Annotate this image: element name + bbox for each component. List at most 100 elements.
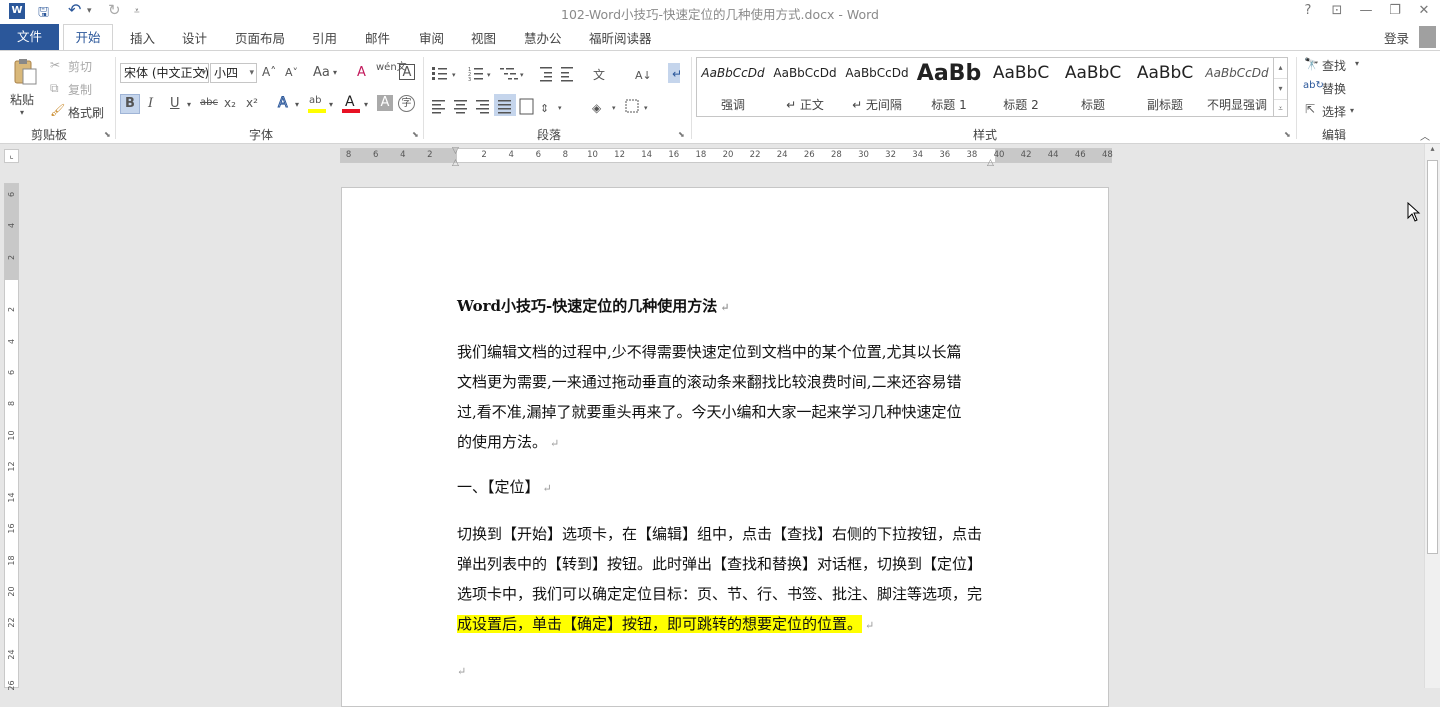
right-indent-marker[interactable]: △: [987, 158, 994, 168]
subscript-button[interactable]: x₂: [224, 96, 236, 110]
document-title-text: Word小技巧-快速定位的几种使用方法: [457, 297, 718, 315]
tab-selector-icon[interactable]: ⌞: [4, 149, 19, 163]
paste-icon[interactable]: [10, 57, 40, 87]
underline-button[interactable]: U: [170, 96, 180, 111]
text-effects-icon[interactable]: A: [278, 95, 289, 112]
style-normal[interactable]: AaBbCcDd ↵ 正文: [769, 58, 841, 116]
empty-paragraph[interactable]: ↵: [457, 655, 997, 687]
italic-button[interactable]: I: [148, 96, 153, 111]
paste-button[interactable]: 粘贴: [10, 91, 34, 108]
tab-foxit-reader[interactable]: 福昕阅读器: [589, 28, 652, 47]
more-styles-icon[interactable]: ⩡: [1274, 100, 1287, 118]
collapse-ribbon-icon[interactable]: ︿: [1420, 128, 1430, 143]
format-painter-button[interactable]: 格式刷: [68, 104, 104, 121]
redo-icon[interactable]: ↻: [108, 1, 121, 19]
text-line: 成设置后，单击【确定】按钮，即可跳转的想要定位的位置。 ↵: [457, 609, 997, 641]
tab-file[interactable]: 文件: [0, 24, 59, 50]
section-heading[interactable]: 一、【定位】 ↵: [457, 472, 997, 504]
document-page[interactable]: Word小技巧-快速定位的几种使用方法 ↵ 我们编辑文档的过程中,少不得需要快速定…: [341, 187, 1109, 707]
styles-group-label: 样式: [973, 128, 998, 142]
vertical-scrollbar[interactable]: ▴: [1424, 144, 1440, 688]
first-line-indent-marker[interactable]: ▽: [452, 146, 459, 156]
find-button[interactable]: 查找: [1322, 57, 1346, 74]
style-subtitle[interactable]: AaBbC 副标题: [1129, 58, 1201, 116]
bold-button[interactable]: B: [120, 94, 140, 114]
scroll-up-arrow-icon[interactable]: ▴: [1425, 144, 1440, 158]
tab-home[interactable]: 开始: [63, 24, 113, 50]
underline-dropdown-icon[interactable]: ▾: [187, 100, 191, 109]
shrink-font-icon[interactable]: A˅: [285, 66, 298, 79]
ruler-number: 2: [7, 307, 16, 313]
vertical-ruler[interactable]: 6 4 2 2 4 6 8 10 12 14 16 18 20 22 24 26: [4, 183, 19, 690]
user-avatar[interactable]: [1419, 26, 1436, 48]
undo-dropdown-icon[interactable]: ▾: [87, 6, 92, 24]
minimize-button[interactable]: —: [1354, 3, 1378, 21]
font-name-combo[interactable]: 宋体 (中文正文) ▾: [120, 63, 209, 83]
tab-page-layout[interactable]: 页面布局: [235, 28, 285, 47]
clipboard-launcher-icon[interactable]: ⬊: [104, 130, 111, 139]
intro-paragraph[interactable]: 我们编辑文档的过程中,少不得需要快速定位到文档中的某个位置,尤其以长篇 文档更为…: [457, 337, 997, 459]
divider: [423, 57, 424, 139]
tab-references[interactable]: 引用: [312, 28, 337, 47]
font-color-button[interactable]: A: [342, 94, 360, 114]
character-shading-icon[interactable]: A: [377, 95, 393, 111]
highlight-dropdown-icon[interactable]: ▾: [329, 100, 333, 109]
close-button[interactable]: ✕: [1412, 3, 1436, 21]
tab-mailings[interactable]: 邮件: [365, 28, 390, 47]
change-case-dropdown-icon[interactable]: ▾: [333, 68, 337, 77]
character-border-icon[interactable]: A: [399, 64, 415, 80]
grow-font-icon[interactable]: A˄: [262, 65, 276, 79]
enclose-characters-icon[interactable]: 字: [398, 95, 415, 112]
tab-design[interactable]: 设计: [182, 28, 207, 47]
document-title[interactable]: Word小技巧-快速定位的几种使用方法 ↵: [457, 291, 997, 323]
paste-dropdown-icon[interactable]: ▾: [20, 108, 24, 117]
styles-launcher-icon[interactable]: ⬊: [1284, 130, 1291, 139]
scrollbar-thumb[interactable]: [1427, 160, 1438, 554]
copy-button[interactable]: 复制: [68, 81, 92, 98]
tab-review[interactable]: 审阅: [419, 28, 444, 47]
cut-button[interactable]: 剪切: [68, 58, 92, 75]
style-emphasis[interactable]: AaBbCcDd 强调: [697, 58, 769, 116]
customize-toolbar-icon[interactable]: ⩡: [134, 6, 140, 24]
restore-button[interactable]: ❐: [1383, 3, 1407, 21]
tab-insert[interactable]: 插入: [130, 28, 155, 47]
word-app-icon[interactable]: W: [9, 3, 25, 19]
help-button[interactable]: ?: [1296, 3, 1320, 21]
strikethrough-button[interactable]: abc: [200, 97, 218, 108]
clear-formatting-icon[interactable]: A: [357, 65, 366, 80]
ruler-number: 16: [7, 523, 16, 534]
replace-button[interactable]: 替换: [1322, 80, 1346, 97]
paragraph-mark: ↵: [720, 301, 730, 314]
paragraph-launcher-icon[interactable]: ⬊: [678, 130, 685, 139]
hanging-indent-marker[interactable]: △: [452, 158, 459, 168]
ribbon: 粘贴 ▾ ✂ 剪切 ⧉ 复制 🖌 格式刷 剪贴板 ⬊ 宋体 (中文正文) ▾ 小四…: [0, 50, 1440, 144]
tab-smart-office[interactable]: 慧办公: [524, 28, 562, 47]
text-effects-dropdown-icon[interactable]: ▾: [295, 100, 299, 109]
style-title[interactable]: AaBbC 标题: [1057, 58, 1129, 116]
login-link[interactable]: 登录: [1384, 28, 1409, 47]
save-icon[interactable]: 🖫: [38, 3, 49, 21]
tab-view[interactable]: 视图: [471, 28, 496, 47]
change-case-icon[interactable]: Aa: [313, 65, 330, 80]
font-size-combo[interactable]: 小四 ▾: [210, 63, 257, 83]
select-button[interactable]: 选择: [1322, 103, 1346, 120]
ribbon-display-options-button[interactable]: ⊡: [1325, 3, 1349, 21]
scroll-up-icon[interactable]: ▴: [1274, 58, 1287, 79]
ruler-number: 18: [695, 150, 707, 160]
scroll-down-icon[interactable]: ▾: [1274, 79, 1287, 100]
style-heading-1[interactable]: AaBb 标题 1: [913, 58, 985, 116]
body-paragraph[interactable]: 切换到【开始】选项卡，在【编辑】组中，点击【查找】右侧的下拉按钮，点击 弹出列表…: [457, 519, 997, 641]
undo-icon[interactable]: ↶: [68, 0, 81, 19]
style-heading-2[interactable]: AaBbC 标题 2: [985, 58, 1057, 116]
font-color-dropdown-icon[interactable]: ▾: [364, 100, 368, 109]
select-dropdown-icon[interactable]: ▾: [1350, 106, 1354, 115]
style-subtle-emphasis[interactable]: AaBbCcDd 不明显强调: [1201, 58, 1273, 116]
style-no-spacing[interactable]: AaBbCcDd ↵ 无间隔: [841, 58, 913, 116]
text-line: 选项卡中，我们可以确定定位目标：页、节、行、书签、批注、脚注等选项，完: [457, 585, 983, 603]
find-dropdown-icon[interactable]: ▾: [1355, 59, 1359, 68]
font-launcher-icon[interactable]: ⬊: [412, 130, 419, 139]
styles-gallery-scroll[interactable]: ▴ ▾ ⩡: [1274, 57, 1288, 117]
highlight-button[interactable]: ab: [308, 94, 326, 114]
superscript-button[interactable]: x²: [246, 96, 258, 110]
ruler-number: 44: [1047, 150, 1059, 160]
